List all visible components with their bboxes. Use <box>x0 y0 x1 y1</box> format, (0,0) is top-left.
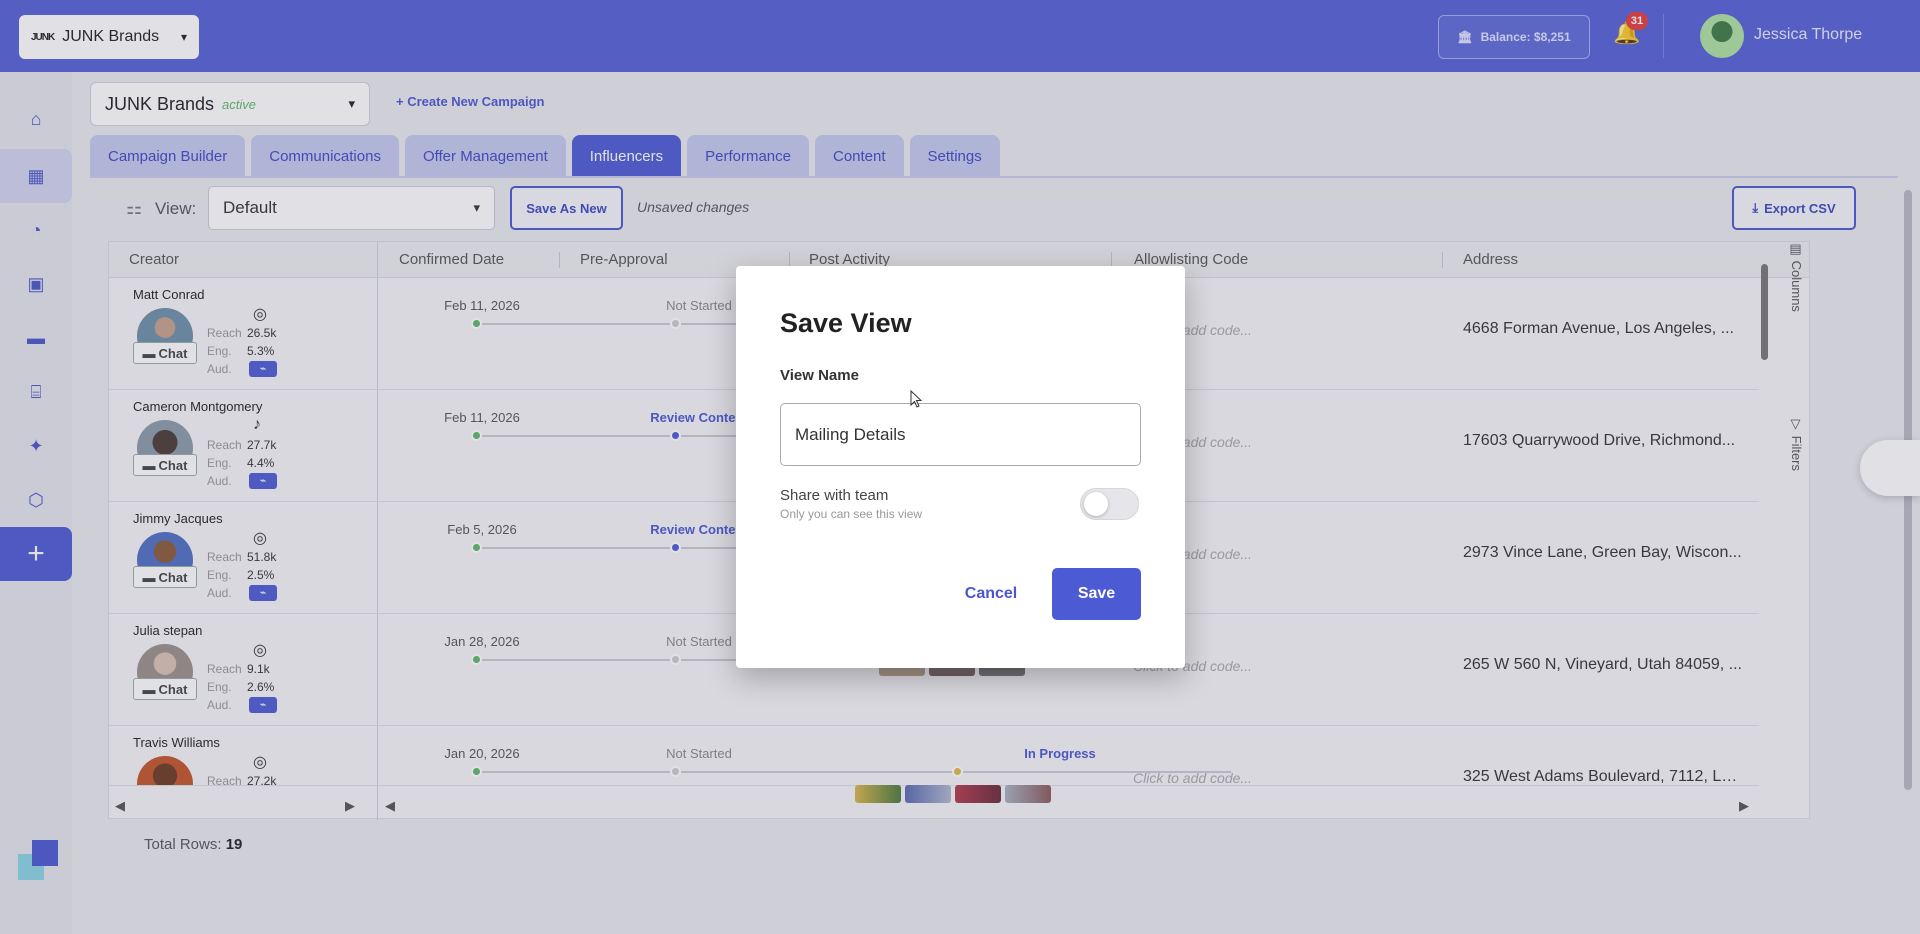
share-with-team-label: Share with team <box>780 487 889 504</box>
view-name-label: View Name <box>780 367 859 384</box>
share-hint: Only you can see this view <box>780 507 923 521</box>
view-name-input[interactable] <box>780 403 1141 466</box>
mouse-cursor <box>910 390 922 408</box>
cancel-button[interactable]: Cancel <box>946 568 1036 620</box>
dialog-title: Save View <box>780 308 912 338</box>
share-toggle[interactable] <box>1080 488 1139 520</box>
save-button[interactable]: Save <box>1052 568 1141 620</box>
toggle-knob <box>1084 492 1108 516</box>
save-view-dialog: Save View View Name Share with team Only… <box>736 266 1185 668</box>
